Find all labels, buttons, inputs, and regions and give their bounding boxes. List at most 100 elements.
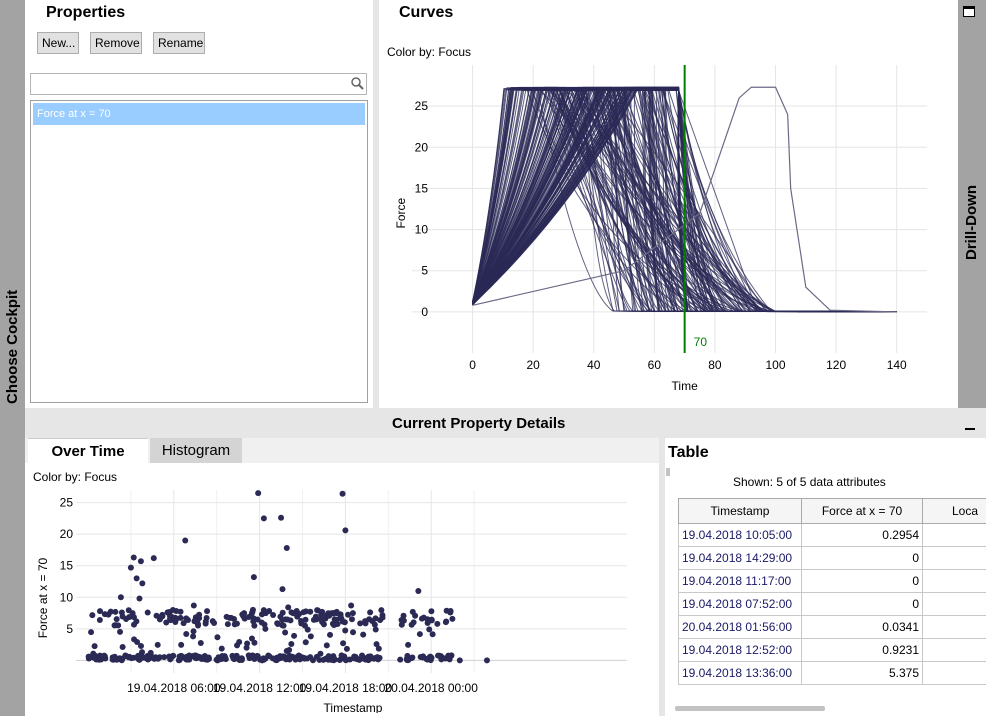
x-tick-label: 20 — [526, 358, 540, 372]
over-time-chart[interactable]: 19.04.2018 06:0019.04.2018 12:0019.04.20… — [25, 463, 659, 713]
table-row[interactable]: 19.04.2018 07:52:00 0 — [678, 592, 986, 616]
list-item[interactable]: Force at x = 70 — [33, 103, 365, 125]
scatter-point — [130, 554, 137, 561]
scatter-point — [129, 610, 136, 617]
scatter-point — [113, 656, 120, 663]
cell-timestamp: 20.04.2018 01:56:00 — [678, 615, 802, 639]
scatter-point — [123, 616, 130, 623]
cell-force: 0 — [801, 546, 923, 570]
scatter-point — [151, 655, 158, 662]
y-tick-label: 15 — [60, 559, 74, 573]
scatter-point — [327, 631, 334, 638]
scatter-point — [353, 656, 360, 663]
cell-timestamp: 19.04.2018 10:05:00 — [678, 523, 802, 547]
scatter-point — [185, 656, 192, 663]
scatter-point — [238, 657, 245, 664]
cell-force: 0.2954 — [801, 523, 923, 547]
search-icon[interactable] — [349, 76, 365, 92]
scatter-point — [196, 653, 203, 660]
scatter-point — [342, 627, 349, 634]
scatter-point — [218, 655, 225, 662]
scatter-point — [113, 616, 120, 623]
scatter-point — [196, 611, 203, 618]
scatter-point — [177, 608, 184, 615]
scatter-point — [128, 655, 135, 662]
drill-down-bar[interactable]: Drill-Down — [958, 0, 986, 408]
scatter-point — [136, 595, 143, 602]
x-axis-label: Timestamp — [324, 701, 383, 713]
x-axis-label: Time — [672, 379, 699, 393]
scatter-point — [279, 609, 286, 616]
y-tick-label: 20 — [60, 527, 74, 541]
rename-button[interactable]: Rename — [153, 32, 205, 54]
cell-location — [922, 661, 986, 685]
scatter-point — [294, 653, 301, 660]
vertical-scroll-grip[interactable] — [666, 468, 670, 476]
scatter-point — [127, 564, 134, 571]
y-axis-label: Force — [394, 197, 408, 228]
properties-list[interactable]: Force at x = 70 — [30, 100, 368, 403]
scatter-point — [285, 654, 292, 661]
data-table: Timestamp Force at x = 70 Loca 19.04.201… — [678, 498, 986, 685]
horizontal-scrollbar[interactable] — [675, 706, 825, 711]
table-row[interactable]: 19.04.2018 10:05:00 0.2954 — [678, 523, 986, 547]
table-row[interactable]: 20.04.2018 01:56:00 0.0341 — [678, 615, 986, 639]
tab-over-time[interactable]: Over Time — [28, 438, 148, 463]
column-header-timestamp[interactable]: Timestamp — [678, 498, 802, 524]
cell-location — [922, 615, 986, 639]
table-row[interactable]: 19.04.2018 13:36:00 5.375 — [678, 661, 986, 685]
scatter-point — [140, 654, 147, 661]
scatter-point — [112, 622, 119, 629]
scatter-point — [204, 608, 211, 615]
search-input[interactable] — [30, 73, 367, 95]
y-tick-label: 15 — [415, 181, 429, 195]
y-tick-label: 20 — [415, 140, 429, 154]
cell-force: 0 — [801, 569, 923, 593]
scatter-point — [429, 631, 436, 638]
cell-location — [922, 638, 986, 662]
choose-cockpit-bar[interactable]: Choose Cockpit — [0, 0, 25, 408]
scatter-point — [117, 628, 124, 635]
scatter-point — [279, 653, 286, 660]
column-header-location[interactable]: Loca — [922, 498, 986, 524]
cell-force: 5.375 — [801, 661, 923, 685]
tab-histogram[interactable]: Histogram — [150, 438, 242, 463]
table-row[interactable]: 19.04.2018 11:17:00 0 — [678, 569, 986, 593]
x-tick-label: 0 — [469, 358, 476, 372]
scatter-point — [447, 609, 454, 616]
scatter-point — [139, 580, 146, 587]
scatter-point — [197, 639, 204, 646]
table-row[interactable]: 19.04.2018 14:29:00 0 — [678, 546, 986, 570]
scatter-point — [144, 609, 151, 616]
remove-button[interactable]: Remove — [90, 32, 142, 54]
x-tick-label: 60 — [648, 358, 662, 372]
scatter-point — [89, 612, 96, 619]
scatter-point — [250, 574, 257, 581]
table-shown-count: Shown: 5 of 5 data attributes — [733, 475, 886, 489]
scatter-point — [96, 608, 103, 615]
scatter-point — [397, 656, 404, 663]
scatter-point — [250, 618, 257, 625]
scatter-point — [260, 656, 267, 663]
maximize-icon[interactable] — [963, 6, 975, 17]
scatter-point — [320, 656, 327, 663]
minimize-icon[interactable] — [965, 428, 975, 430]
scatter-point — [340, 640, 347, 647]
y-axis-label: Force at x = 70 — [36, 557, 50, 638]
scatter-point — [362, 618, 369, 625]
scatter-point — [204, 656, 211, 663]
scatter-point — [323, 642, 330, 649]
column-header-force[interactable]: Force at x = 70 — [801, 498, 923, 524]
scatter-point — [190, 628, 197, 635]
scatter-point — [134, 638, 141, 645]
scatter-point — [345, 611, 352, 618]
y-tick-label: 10 — [415, 223, 429, 237]
scatter-point — [280, 622, 287, 629]
scatter-point — [150, 555, 157, 562]
scatter-point — [341, 619, 348, 626]
curves-chart[interactable]: 0 20 40 60 80 100 120 140 0 5 10 15 20 25 Time Force 70 — [379, 0, 958, 408]
cell-location — [922, 523, 986, 547]
scatter-point — [234, 642, 241, 649]
new-button[interactable]: New... — [37, 32, 79, 54]
table-row[interactable]: 19.04.2018 12:52:00 0.9231 — [678, 638, 986, 662]
